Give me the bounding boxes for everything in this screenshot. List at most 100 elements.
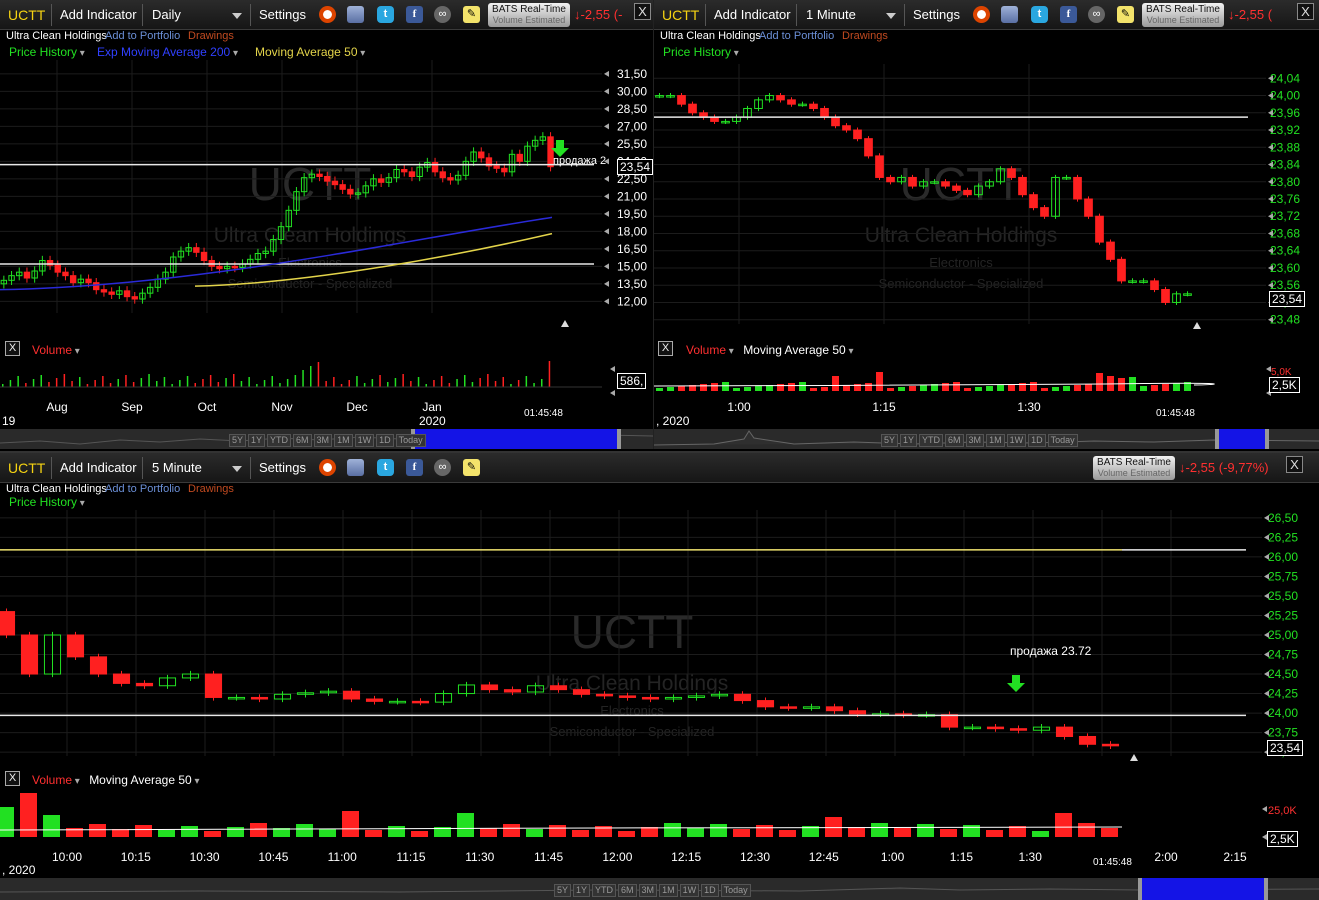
- legend-price-history[interactable]: Price History: [9, 495, 85, 509]
- books-icon[interactable]: [347, 459, 364, 476]
- drawings-link[interactable]: Drawings: [842, 30, 888, 42]
- minute-price-chart[interactable]: UCTTUltra Clean HoldingsElectronicsSemic…: [654, 60, 1319, 335]
- range-button-1d[interactable]: 1D: [376, 434, 394, 447]
- facebook-icon[interactable]: f: [406, 6, 423, 23]
- y-tick-marker: [604, 263, 609, 270]
- facebook-icon[interactable]: f: [1060, 6, 1077, 23]
- settings-button[interactable]: Settings: [913, 0, 960, 30]
- drawings-link[interactable]: Drawings: [188, 483, 234, 495]
- facebook-icon[interactable]: f: [406, 459, 423, 476]
- note-icon[interactable]: ✎: [463, 459, 480, 476]
- volume-close-button[interactable]: X: [5, 771, 20, 786]
- fivemin-volume-chart[interactable]: 10:00 10:15 10:30 10:45 11:00 11:15 11:30 11:45…: [0, 785, 1319, 863]
- range-button-5y[interactable]: 5Y: [229, 434, 247, 447]
- fivemin-price-chart[interactable]: UCTTUltra Clean HoldingsElectronicsSemic…: [0, 510, 1319, 765]
- timeline-navigator[interactable]: 5Y 1Y YTD 6M 3M 1M 1W 1D Today: [654, 429, 1319, 449]
- books-icon[interactable]: [347, 6, 364, 23]
- clock-icon[interactable]: [319, 6, 336, 23]
- range-button-today[interactable]: Today: [720, 884, 751, 897]
- range-button-3m[interactable]: 3M: [638, 884, 658, 897]
- watermark-company: Ultra Clean Holdings: [214, 224, 407, 247]
- note-icon[interactable]: ✎: [1117, 6, 1134, 23]
- volume-close-button[interactable]: X: [5, 341, 20, 356]
- y-tick-label: 16,50: [617, 242, 647, 256]
- range-button-ytd[interactable]: YTD: [592, 884, 617, 897]
- add-to-portfolio-link[interactable]: Add to Portfolio: [105, 483, 180, 495]
- close-button[interactable]: X: [1297, 3, 1314, 20]
- x-tick-label: 1:00: [727, 400, 751, 414]
- range-button-1m[interactable]: 1M: [334, 434, 353, 447]
- range-button-6m[interactable]: 6M: [293, 434, 312, 447]
- range-button-1y[interactable]: 1Y: [248, 434, 266, 447]
- x-tick-label: 2:15: [1223, 850, 1247, 863]
- books-icon[interactable]: [1001, 6, 1018, 23]
- volume-bar: [920, 385, 927, 391]
- timeline-selection[interactable]: [1138, 878, 1268, 900]
- timeline-navigator[interactable]: 5Y 1Y YTD 6M 3M 1M 1W 1D Today: [0, 429, 653, 449]
- symbol-label[interactable]: UCTT: [662, 0, 699, 30]
- candle-body: [135, 682, 154, 687]
- symbol-label[interactable]: UCTT: [8, 0, 45, 30]
- clock-icon[interactable]: [973, 6, 990, 23]
- range-button-3m[interactable]: 3M: [965, 434, 985, 447]
- range-button-1y[interactable]: 1Y: [573, 884, 591, 897]
- candle-body: [439, 171, 446, 179]
- clock-icon[interactable]: [319, 459, 336, 476]
- legend-price-history[interactable]: Price History: [663, 45, 739, 59]
- volume-close-button[interactable]: X: [658, 341, 673, 356]
- interval-dropdown[interactable]: 1 Minute: [806, 0, 896, 30]
- interval-dropdown[interactable]: 5 Minute: [152, 453, 242, 483]
- y-tick-marker: [604, 175, 609, 182]
- add-indicator-button[interactable]: Add Indicator: [60, 0, 137, 30]
- twitter-icon[interactable]: t: [1031, 6, 1048, 23]
- interval-dropdown[interactable]: Daily: [152, 0, 242, 30]
- binoculars-icon[interactable]: ∞: [434, 459, 451, 476]
- legend-ema-200[interactable]: Exp Moving Average 200: [97, 45, 238, 59]
- settings-button[interactable]: Settings: [259, 453, 306, 483]
- candle-body: [572, 689, 591, 695]
- range-button-today[interactable]: Today: [1047, 434, 1078, 447]
- settings-button[interactable]: Settings: [259, 0, 306, 30]
- timeline-selection[interactable]: [411, 429, 621, 449]
- twitter-icon[interactable]: t: [377, 6, 394, 23]
- range-button-1d[interactable]: 1D: [1028, 434, 1046, 447]
- range-button-1y[interactable]: 1Y: [900, 434, 918, 447]
- range-button-1m[interactable]: 1M: [986, 434, 1005, 447]
- add-to-portfolio-link[interactable]: Add to Portfolio: [105, 30, 180, 42]
- drawings-link[interactable]: Drawings: [188, 30, 234, 42]
- note-icon[interactable]: ✎: [463, 6, 480, 23]
- range-button-1w[interactable]: 1W: [354, 434, 375, 447]
- legend-ma-50[interactable]: Moving Average 50: [255, 45, 365, 59]
- range-button-5y[interactable]: 5Y: [881, 434, 899, 447]
- range-button-3m[interactable]: 3M: [313, 434, 333, 447]
- legend-price-history[interactable]: Price History: [9, 45, 85, 59]
- binoculars-icon[interactable]: ∞: [434, 6, 451, 23]
- range-button-ytd[interactable]: YTD: [267, 434, 292, 447]
- timeline-navigator[interactable]: 5Y 1Y YTD 6M 3M 1M 1W 1D Today: [0, 878, 1319, 900]
- volume-bar: [687, 828, 704, 837]
- twitter-icon[interactable]: t: [377, 459, 394, 476]
- volume-bar: [678, 386, 685, 391]
- range-button-5y[interactable]: 5Y: [554, 884, 572, 897]
- binoculars-icon[interactable]: ∞: [1088, 6, 1105, 23]
- close-button[interactable]: X: [1286, 456, 1303, 473]
- range-button-6m[interactable]: 6M: [618, 884, 637, 897]
- range-button-6m[interactable]: 6M: [945, 434, 964, 447]
- daily-price-chart[interactable]: UCTTUltra Clean HoldingsElectronicsSemic…: [0, 60, 653, 335]
- add-indicator-button[interactable]: Add Indicator: [714, 0, 791, 30]
- add-to-portfolio-link[interactable]: Add to Portfolio: [759, 30, 834, 42]
- symbol-label[interactable]: UCTT: [8, 453, 45, 483]
- timeline-selection[interactable]: [1215, 429, 1269, 449]
- range-button-1m[interactable]: 1M: [659, 884, 678, 897]
- volume-bar: [411, 831, 428, 837]
- minute-volume-chart[interactable]: 1:00 1:15 1:30: [654, 355, 1319, 415]
- range-button-1w[interactable]: 1W: [1006, 434, 1027, 447]
- volume-bar: [711, 383, 718, 391]
- range-button-1w[interactable]: 1W: [679, 884, 700, 897]
- range-button-1d[interactable]: 1D: [701, 884, 719, 897]
- range-button-today[interactable]: Today: [395, 434, 426, 447]
- volume-bar: [788, 383, 795, 391]
- add-indicator-button[interactable]: Add Indicator: [60, 453, 137, 483]
- close-button[interactable]: X: [634, 3, 651, 20]
- range-button-ytd[interactable]: YTD: [919, 434, 944, 447]
